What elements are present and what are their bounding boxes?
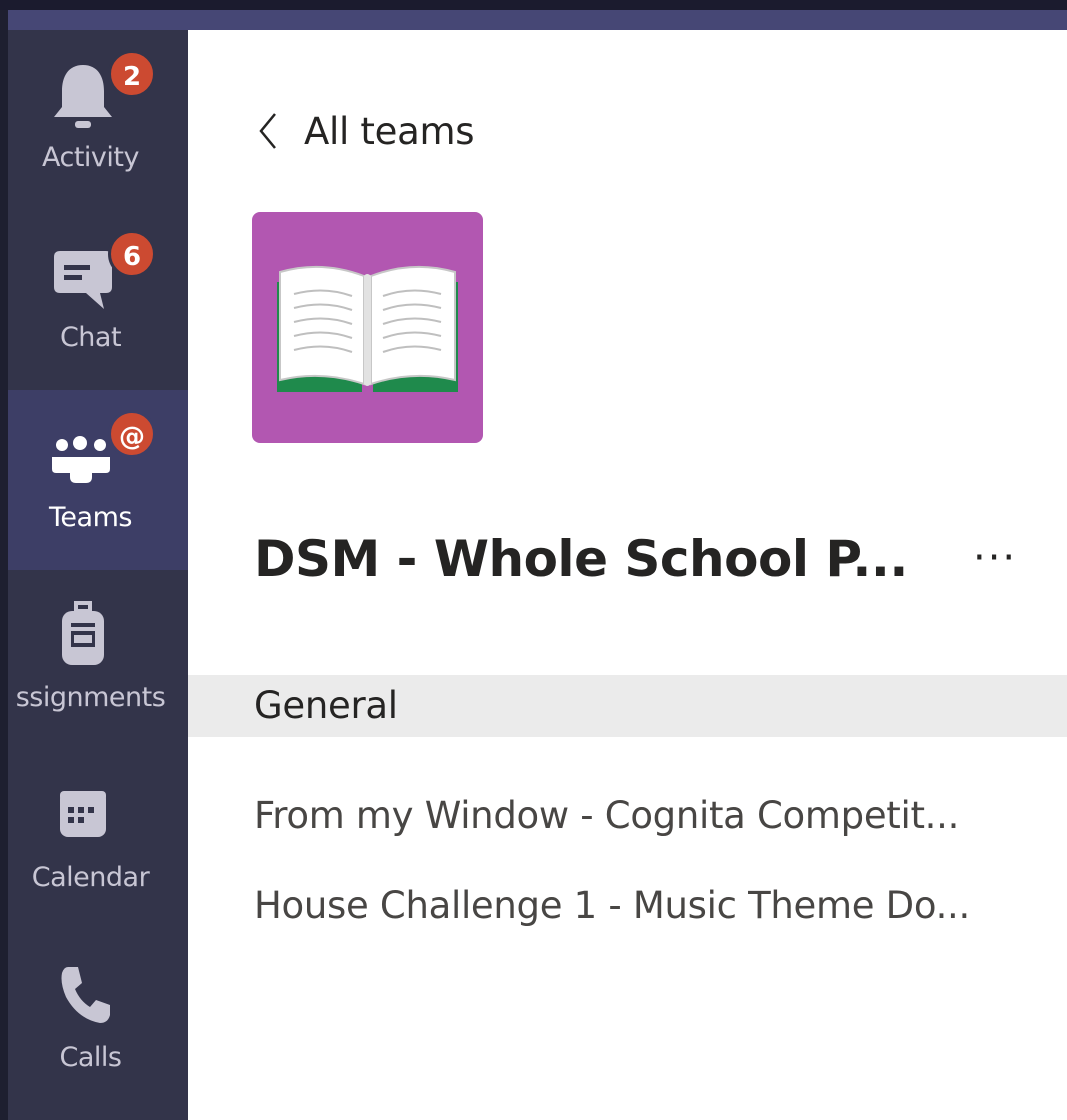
rail-item-chat[interactable]: 6 Chat [8, 210, 188, 390]
rail-item-label: Calls [59, 1042, 122, 1073]
teams-pane: All teams DSM - Whole School P... ··· Ge… [188, 30, 1067, 1120]
rail-item-label: ssignments [15, 682, 166, 713]
bell-icon [48, 55, 118, 135]
chevron-left-icon [259, 113, 276, 149]
rail-item-label: Calendar [31, 862, 150, 893]
phone-icon [48, 955, 118, 1035]
window-top-edge [0, 0, 1067, 10]
chat-icon [48, 235, 118, 315]
rail-item-activity[interactable]: 2 Activity [8, 30, 188, 210]
team-more-options-button[interactable]: ··· [973, 535, 1017, 581]
rail-item-label: Chat [59, 322, 122, 353]
rail-edge [0, 10, 8, 1120]
channel-label: From my Window - Cognita Competit... [254, 794, 960, 837]
calendar-icon [48, 775, 118, 855]
channel-item[interactable]: General [188, 675, 1067, 737]
channel-label: House Challenge 1 - Music Theme Do... [254, 884, 970, 927]
teams-mention-badge: @ [108, 410, 156, 458]
rail-item-teams[interactable]: @ Teams [8, 390, 188, 570]
rail-item-assignments[interactable]: ssignments [8, 570, 188, 750]
rail-item-label: Activity [42, 142, 139, 173]
back-to-all-teams[interactable]: All teams [258, 106, 475, 156]
assignments-icon [48, 595, 118, 675]
chat-badge: 6 [108, 230, 156, 278]
app-bar: 2 Activity 6 Chat @ Teams ssignments Cal… [8, 30, 188, 1120]
teams-icon [48, 415, 118, 495]
channel-item[interactable]: From my Window - Cognita Competit... [188, 785, 1067, 847]
activity-badge: 2 [108, 50, 156, 98]
rail-item-label: Teams [49, 502, 132, 533]
open-book-icon [277, 265, 458, 392]
rail-item-calls[interactable]: Calls [8, 930, 188, 1110]
title-bar [0, 10, 1067, 30]
channel-label: General [254, 684, 398, 727]
rail-item-calendar[interactable]: Calendar [8, 750, 188, 930]
team-name: DSM - Whole School P... [254, 530, 908, 588]
channel-item[interactable]: House Challenge 1 - Music Theme Do... [188, 875, 1067, 937]
back-label: All teams [304, 109, 475, 153]
team-avatar [252, 212, 483, 443]
